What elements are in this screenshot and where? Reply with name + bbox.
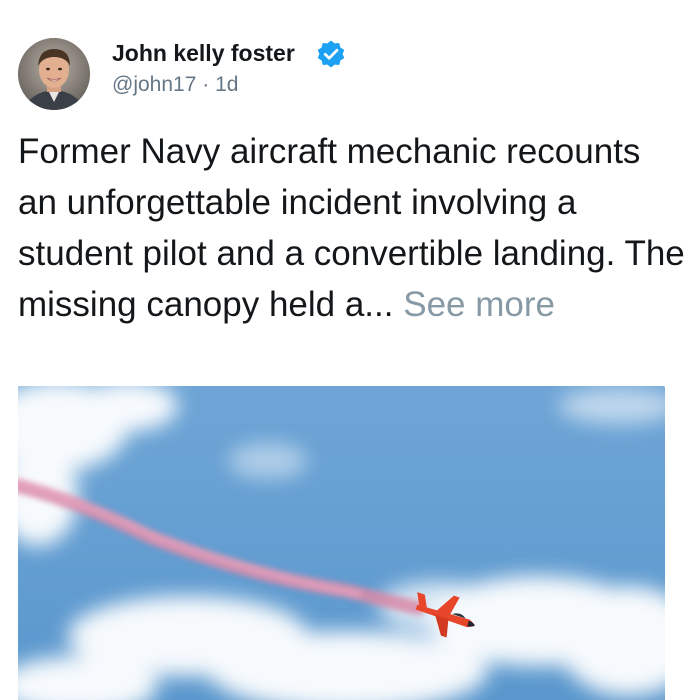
meta-separator: · xyxy=(202,73,210,96)
see-more-link[interactable]: See more xyxy=(403,285,555,324)
author-handle[interactable]: @john17 xyxy=(112,73,196,96)
post-time[interactable]: 1d xyxy=(215,73,238,96)
avatar[interactable] xyxy=(18,38,90,110)
jet-smoke-photo-icon xyxy=(18,386,665,700)
post-body: Former Navy aircraft mechanic recounts a… xyxy=(18,126,688,330)
verified-badge-icon xyxy=(317,40,345,68)
post-card: John kelly foster @john17 · 1d Former Na… xyxy=(0,0,700,700)
post-text: Former Navy aircraft mechanic recounts a… xyxy=(18,132,685,324)
author-name[interactable]: John kelly foster xyxy=(112,40,295,67)
profile-photo-icon xyxy=(18,38,90,110)
author-meta: @john17 · 1d xyxy=(112,73,238,97)
post-image[interactable] xyxy=(18,386,665,700)
